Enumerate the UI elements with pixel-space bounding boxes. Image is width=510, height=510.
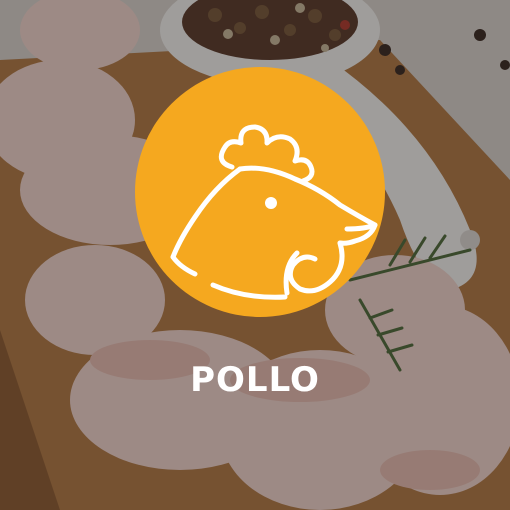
category-tile-pollo[interactable]: POLLO	[0, 0, 510, 510]
category-badge[interactable]	[135, 67, 385, 317]
category-label: POLLO	[190, 360, 320, 400]
rooster-head-icon	[135, 67, 385, 317]
